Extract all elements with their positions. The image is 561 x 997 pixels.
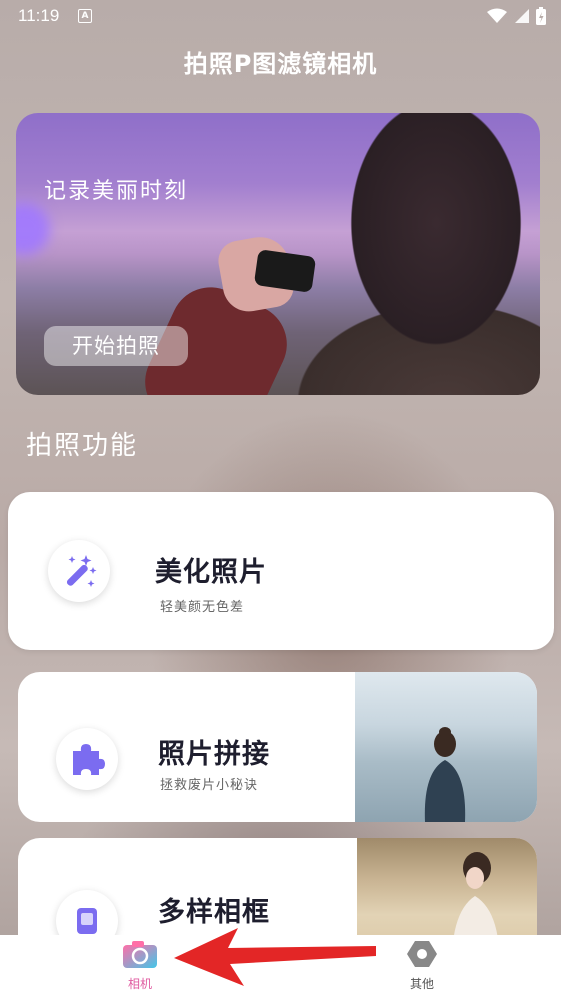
feature-subtitle: 轻美颜无色差 — [160, 600, 245, 615]
feature-subtitle: 拯救废片小秘诀 — [160, 778, 259, 793]
tab-other[interactable]: 其他 — [362, 939, 482, 992]
feature-title: 照片拼接 — [158, 739, 270, 770]
section-title: 拍照功能 — [26, 431, 139, 461]
status-icons — [487, 6, 547, 26]
feature-title: 多样相框 — [158, 897, 270, 928]
start-photo-button[interactable]: 开始拍照 — [44, 326, 188, 366]
notification-badge: A — [78, 9, 92, 23]
sun-glow — [16, 203, 50, 255]
magic-wand-icon — [48, 540, 110, 602]
tab-label: 相机 — [127, 977, 152, 991]
bottom-tab-bar: 相机 其他 — [0, 935, 561, 997]
hero-caption: 记录美丽时刻 — [44, 179, 189, 204]
feature-card-beautify[interactable]: 美化照片 轻美颜无色差 — [8, 492, 554, 650]
feature-photo-girl-by-sea — [355, 672, 537, 822]
feature-card-collage[interactable]: 照片拼接 拯救废片小秘诀 — [18, 672, 537, 822]
tab-camera[interactable]: 相机 — [80, 939, 200, 992]
tab-label: 其他 — [409, 977, 434, 991]
status-time: 11:19 — [18, 6, 60, 25]
wifi-icon — [487, 8, 507, 23]
signal-icon — [515, 9, 529, 23]
status-bar: 11:19 A — [0, 0, 561, 32]
puzzle-icon — [56, 728, 118, 790]
hero-banner[interactable]: 记录美丽时刻 开始拍照 — [16, 113, 540, 395]
camera-icon — [123, 941, 157, 968]
page-title: 拍照P图滤镜相机 — [183, 50, 378, 78]
battery-icon — [536, 7, 546, 25]
hexagon-icon — [407, 941, 437, 967]
feature-title: 美化照片 — [155, 557, 267, 588]
